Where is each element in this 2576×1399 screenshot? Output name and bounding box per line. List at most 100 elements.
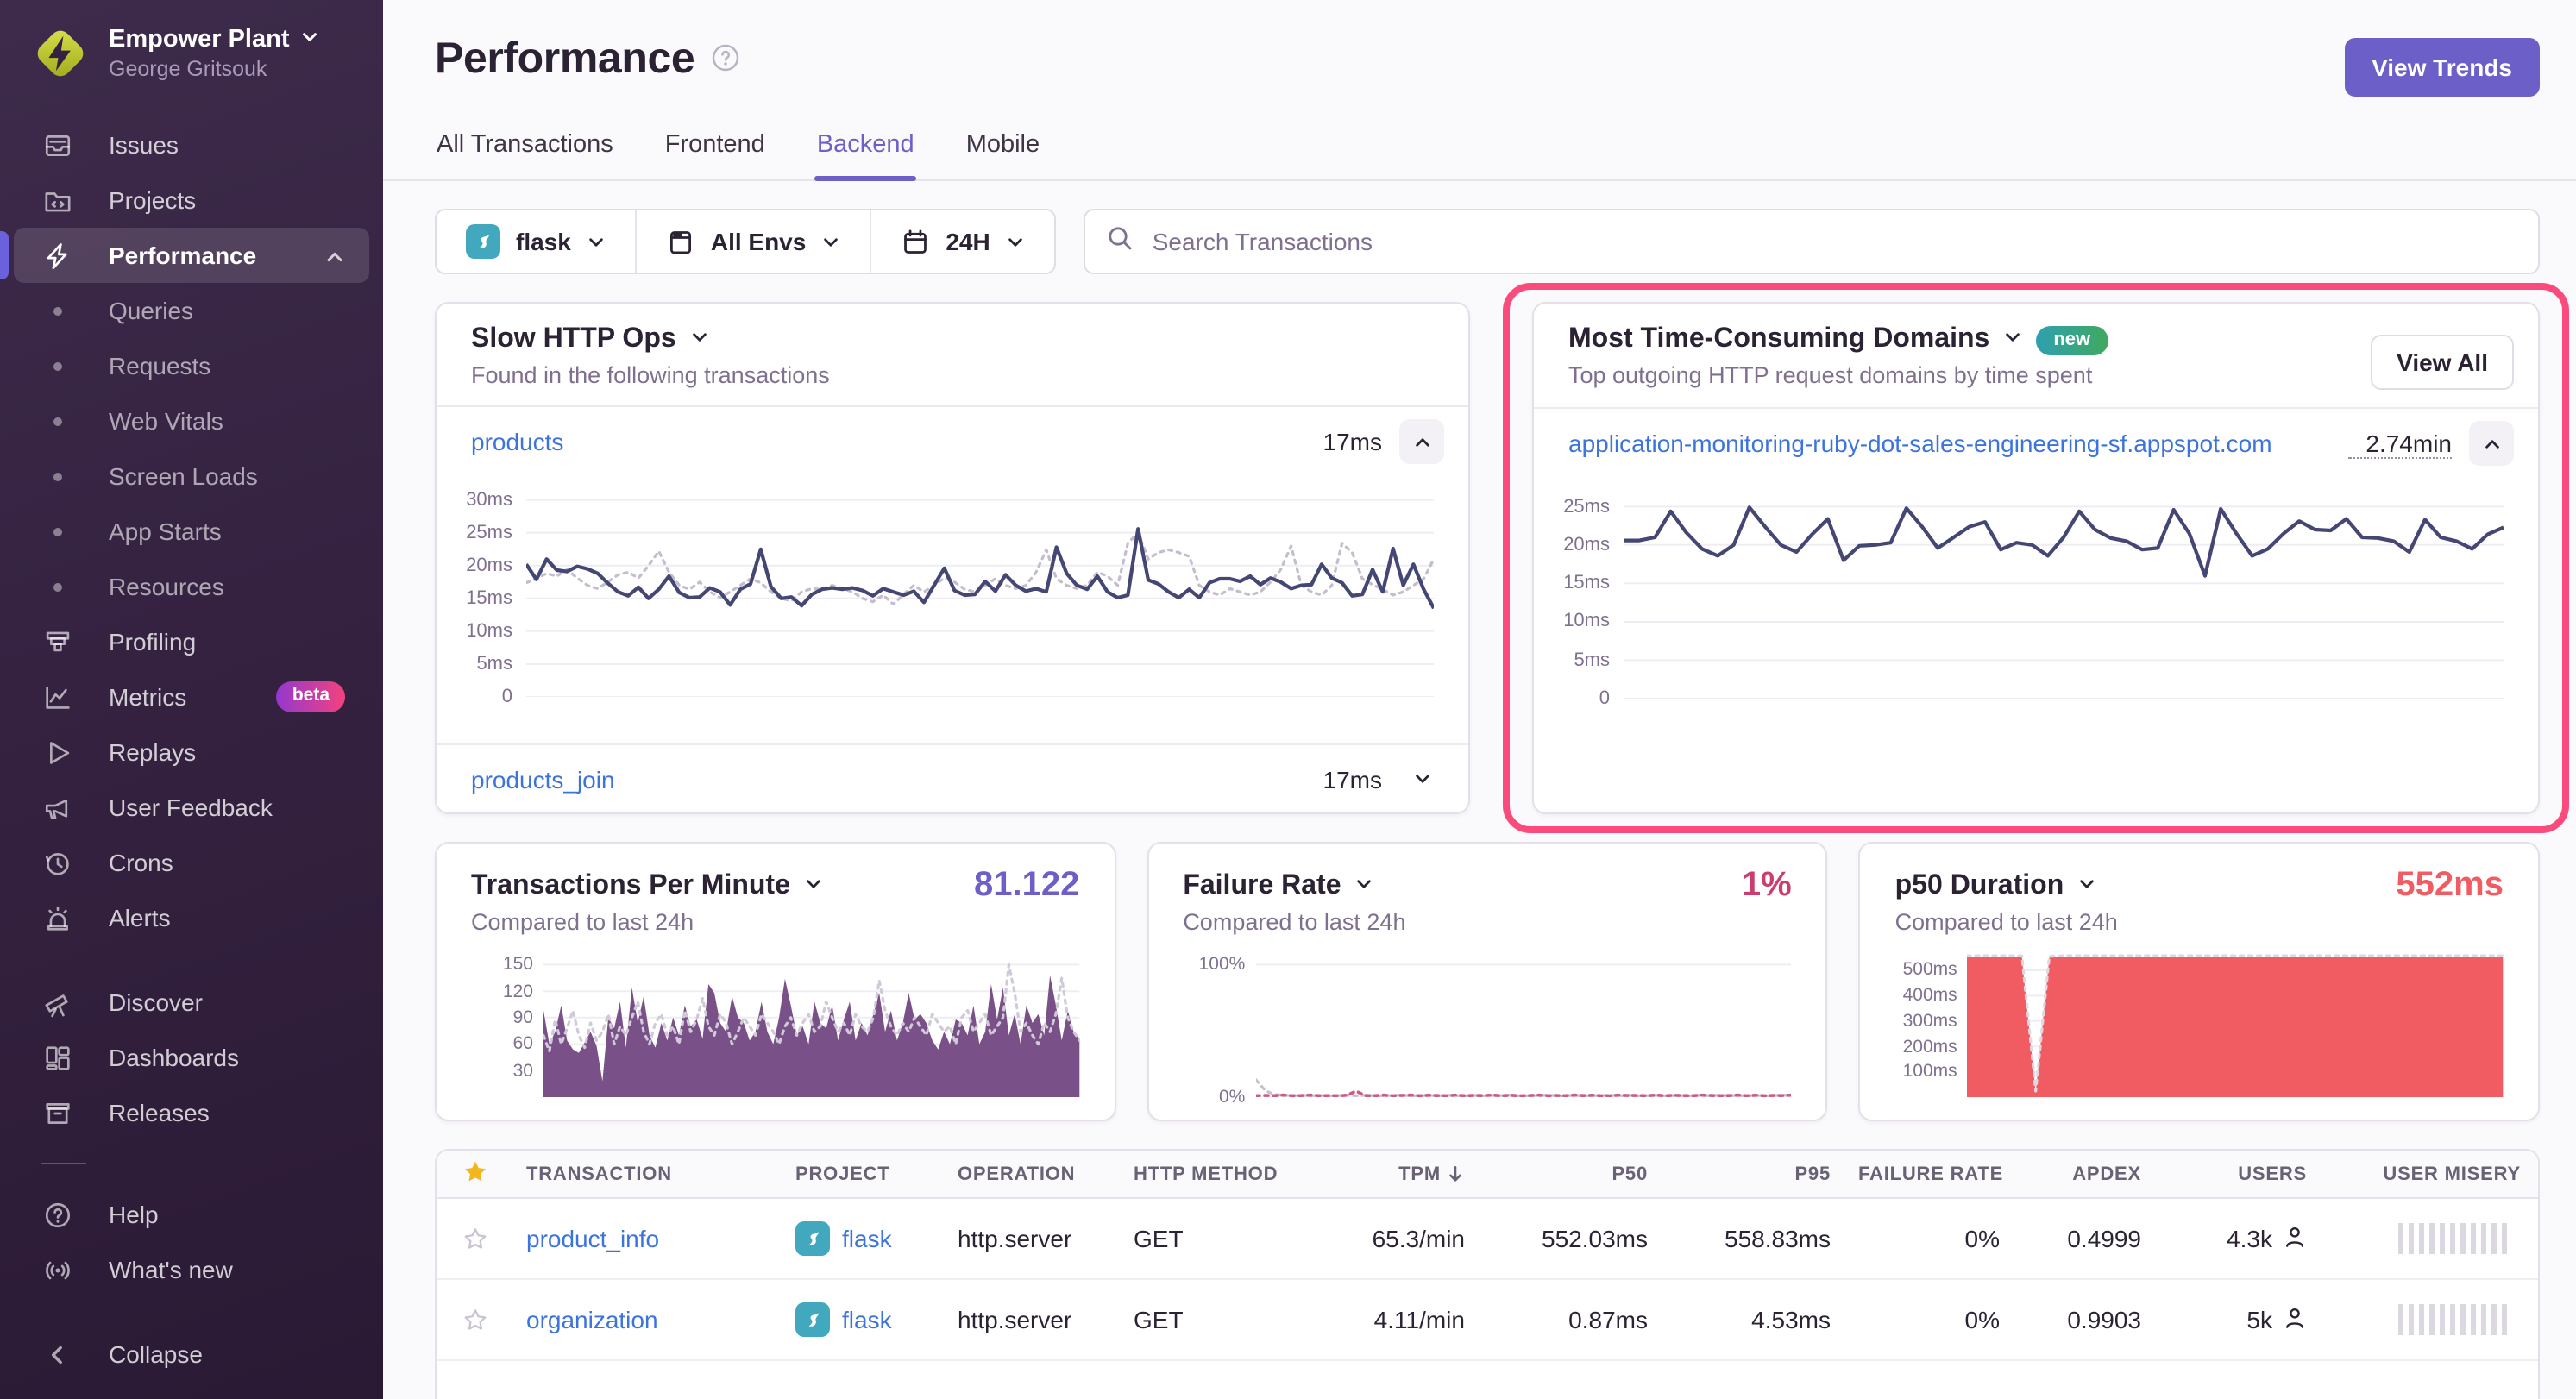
sidebar-item-discover[interactable]: Discover [14,975,369,1030]
chevron-down-icon [2003,324,2022,355]
sidebar-item-dashboards[interactable]: Dashboards [14,1030,369,1085]
sidebar-item-metrics[interactable]: Metricsbeta [14,669,369,725]
plot-area [1624,495,2504,699]
plot-area [1968,949,2504,1097]
sidebar-item-help[interactable]: Help [14,1187,369,1242]
domains-title[interactable]: Most Time-Consuming Domains new [1568,324,2371,355]
sidebar-item-app-starts[interactable]: App Starts [14,504,369,559]
col-operation[interactable]: OPERATION [944,1164,1120,1184]
view-all-button[interactable]: View All [2371,335,2514,390]
calendar-icon [901,227,930,256]
tab-backend[interactable]: Backend [815,124,916,179]
date-range-filter[interactable]: 24H [870,210,1053,273]
expand-row-button[interactable] [1399,756,1444,801]
col-transaction[interactable]: TRANSACTION [512,1164,782,1184]
search-transactions-input[interactable] [1149,226,2517,257]
collapse-row-button[interactable] [1399,419,1444,464]
dashboards-icon [41,1042,72,1073]
plot-area [543,949,1079,1097]
alerts-icon [41,902,72,933]
transactions-table: TRANSACTION PROJECT OPERATION HTTP METHO… [435,1149,2540,1399]
http-method-cell: GET [1120,1225,1279,1252]
transaction-link[interactable]: organization [526,1306,658,1333]
tpm-chart: 150120906030 [471,949,1079,1097]
sidebar-item-web-vitals[interactable]: Web Vitals [14,393,369,449]
y-axis-labels: 30ms25ms20ms15ms10ms5ms0 [450,493,526,697]
project-link[interactable]: flask [842,1306,892,1333]
slow-http-ops-chart: 30ms25ms20ms15ms10ms5ms0 [450,493,1434,697]
sidebar-item-crons[interactable]: Crons [14,835,369,890]
sidebar-item-collapse[interactable]: Collapse [14,1327,369,1382]
transaction-link[interactable]: product_info [526,1225,659,1252]
y-axis-labels: 150120906030 [471,949,543,1097]
col-p95[interactable]: P95 [1662,1164,1844,1184]
sidebar-item-requests[interactable]: Requests [14,338,369,393]
chevron-down-icon [804,870,823,901]
slow-http-ops-title[interactable]: Slow HTTP Ops [471,324,1444,355]
org-switcher[interactable]: Empower Plant George Gritsouk [0,0,383,100]
col-tpm[interactable]: TPM [1279,1164,1479,1184]
help-icon[interactable] [710,43,739,81]
project-filter[interactable]: flask [437,210,635,273]
col-users[interactable]: USERS [2155,1164,2321,1184]
p95-cell: 4.53ms [1662,1306,1844,1333]
tab-all-transactions[interactable]: All Transactions [435,124,615,179]
failure-rate-title[interactable]: Failure Rate [1183,870,1373,901]
most-time-consuming-domains-panel: Most Time-Consuming Domains new Top outg… [1532,302,2540,814]
sidebar-item-screen-loads[interactable]: Screen Loads [14,449,369,504]
operation-cell: http.server [944,1306,1120,1333]
tab-frontend[interactable]: Frontend [663,124,767,179]
tpm-title[interactable]: Transactions Per Minute [471,870,823,901]
col-apdex[interactable]: APDEX [2014,1164,2155,1184]
transaction-link-products[interactable]: products [471,428,563,455]
col-failure-rate[interactable]: FAILURE RATE [1844,1164,2014,1184]
sidebar-item-what-s-new[interactable]: What's new [14,1242,369,1297]
sidebar-item-alerts[interactable]: Alerts [14,890,369,945]
date-range-filter-value: 24H [946,228,990,255]
users-cell: 5k [2155,1305,2321,1334]
col-p50[interactable]: P50 [1479,1164,1662,1184]
bullet-icon [41,295,72,326]
y-axis-labels: 500ms400ms300ms200ms100ms [1895,949,1968,1097]
tab-mobile[interactable]: Mobile [964,124,1041,179]
favorite-star-icon[interactable] [437,1158,512,1189]
sidebar-item-profiling[interactable]: Profiling [14,614,369,669]
apdex-cell: 0.9903 [2014,1306,2155,1333]
project-link[interactable]: flask [842,1225,892,1252]
sidebar: Empower Plant George Gritsouk IssuesProj… [0,0,383,1399]
table-row [437,1361,2538,1399]
p50-cell: 552.03ms [1479,1225,1662,1252]
sidebar-item-resources[interactable]: Resources [14,559,369,614]
sidebar-item-projects[interactable]: Projects [14,173,369,228]
favorite-star-icon[interactable] [462,1307,487,1333]
col-user-misery[interactable]: USER MISERY [2321,1164,2540,1184]
failure-rate-card: Failure Rate 1% Compared to last 24h 100… [1147,842,1827,1121]
transaction-link-products-join[interactable]: products_join [471,765,615,793]
user-misery-bars [2334,1304,2528,1335]
col-http-method[interactable]: HTTP METHOD [1120,1164,1279,1184]
p50-value: 552ms [2396,866,2504,906]
flask-project-icon [795,1221,830,1256]
sidebar-divider [41,1163,86,1164]
sidebar-item-queries[interactable]: Queries [14,283,369,338]
person-icon [2283,1224,2307,1253]
domain-link[interactable]: application-monitoring-ruby-dot-sales-en… [1568,430,2272,457]
environment-filter[interactable]: All Envs [635,210,870,273]
chevron-down-icon [1355,870,1374,901]
failure-rate-chart: 100%0% [1183,949,1791,1097]
favorite-star-icon[interactable] [462,1226,487,1252]
view-trends-button[interactable]: View Trends [2344,38,2540,97]
transaction-duration: 17ms [1306,428,1382,455]
search-icon [1106,223,1134,260]
sidebar-item-releases[interactable]: Releases [14,1085,369,1140]
sidebar-item-issues[interactable]: Issues [14,117,369,173]
p50-title[interactable]: p50 Duration [1895,870,2097,901]
p95-cell: 558.83ms [1662,1225,1844,1252]
sidebar-item-user-feedback[interactable]: User Feedback [14,780,369,835]
sidebar-item-replays[interactable]: Replays [14,725,369,780]
sidebar-item-performance[interactable]: Performance [14,228,369,283]
p50-subtitle: Compared to last 24h [1895,909,2504,935]
beta-badge: beta [277,681,345,712]
col-project[interactable]: PROJECT [782,1164,944,1184]
collapse-row-button[interactable] [2469,421,2514,466]
